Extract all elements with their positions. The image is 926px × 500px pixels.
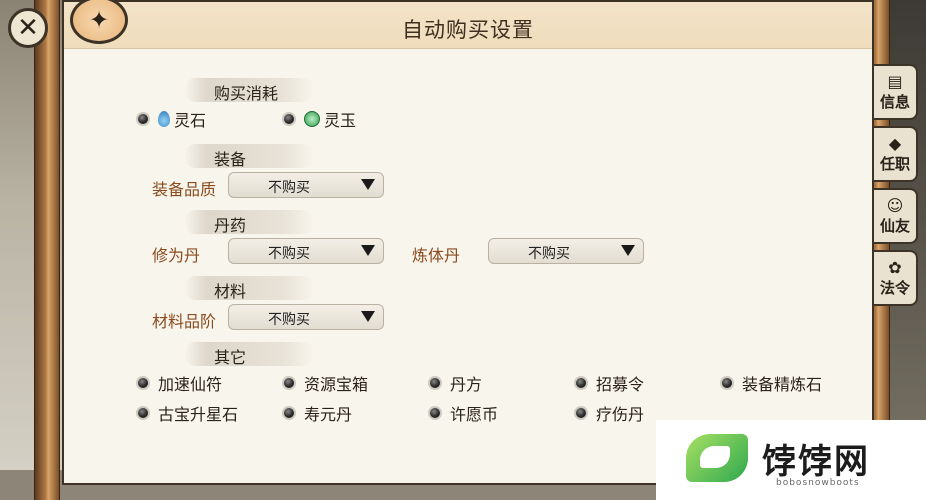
decree-icon: ✿	[888, 258, 902, 277]
auto-buy-settings-panel: 自动购买设置 购买消耗 灵石 灵玉 装备 装备品质 不购买 丹药 修为丹 不购买…	[62, 0, 874, 485]
side-tab-label: 信息	[879, 93, 910, 111]
watermark: 饽饽网 bobosnowboots	[656, 420, 926, 500]
option-label: 加速仙符	[158, 375, 223, 394]
scroll-rod-left	[34, 0, 60, 500]
friend-icon: ☺	[886, 196, 904, 215]
option-label: 寿元丹	[304, 405, 353, 424]
section-title: 其它	[214, 348, 247, 367]
body-refining-pill-label: 炼体丹	[412, 246, 461, 265]
close-button[interactable]: ✕	[8, 8, 48, 48]
option-longevity-pill[interactable]: 寿元丹	[282, 402, 352, 424]
option-speed-talisman[interactable]: 加速仙符	[136, 372, 222, 394]
side-tab-label: 法令	[879, 279, 910, 297]
body-refining-pill-dropdown[interactable]: 不购买	[488, 238, 644, 264]
close-icon: ✕	[17, 13, 39, 43]
option-spirit-stone[interactable]: 灵石	[136, 108, 206, 130]
cultivation-pill-dropdown[interactable]: 不购买	[228, 238, 384, 264]
section-header-materials: 材料	[184, 276, 314, 301]
option-resource-chest[interactable]: 资源宝箱	[282, 372, 368, 394]
option-healing-pill[interactable]: 疗伤丹	[574, 402, 644, 424]
section-title: 装备	[214, 150, 247, 169]
side-tab-label: 仙友	[879, 217, 910, 235]
equipment-quality-label: 装备品质	[152, 180, 217, 199]
watermark-logo-icon	[686, 434, 748, 482]
dropdown-value: 不购买	[268, 246, 310, 262]
option-label: 疗伤丹	[596, 405, 645, 424]
scroll-icon: ▤	[887, 72, 903, 91]
option-label: 招募令	[596, 375, 645, 394]
option-label: 丹方	[450, 375, 483, 394]
side-tab-label: 任职	[879, 155, 910, 173]
panel-title: 自动购买设置	[402, 18, 534, 42]
side-tab-info[interactable]: ▤ 信息	[874, 64, 918, 120]
spirit-stone-icon	[158, 111, 170, 127]
radio-button[interactable]	[428, 406, 442, 420]
radio-button[interactable]	[720, 376, 734, 390]
watermark-url: bobosnowboots	[776, 478, 860, 488]
option-star-up-stone[interactable]: 古宝升星石	[136, 402, 238, 424]
radio-button[interactable]	[282, 112, 296, 126]
option-pill-recipe[interactable]: 丹方	[428, 372, 482, 394]
watermark-name: 饽饽网	[762, 442, 870, 482]
spirit-jade-icon	[304, 111, 320, 127]
option-refining-stone[interactable]: 装备精炼石	[720, 372, 822, 394]
radio-button[interactable]	[136, 406, 150, 420]
option-label: 许愿币	[450, 405, 499, 424]
section-header-equipment: 装备	[184, 144, 314, 169]
dropdown-value: 不购买	[268, 180, 310, 196]
dropdown-arrow-icon	[361, 311, 375, 322]
section-title: 丹药	[214, 216, 247, 235]
dropdown-value: 不购买	[268, 312, 310, 328]
dropdown-arrow-icon	[361, 245, 375, 256]
section-header-pills: 丹药	[184, 210, 314, 235]
badge-icon: ◆	[888, 134, 902, 153]
option-label: 灵石	[174, 111, 207, 130]
material-grade-label: 材料品阶	[152, 312, 217, 331]
option-label: 装备精炼石	[742, 375, 823, 394]
watermark-logo-inner	[700, 446, 730, 468]
option-spirit-jade[interactable]: 灵玉	[282, 108, 356, 130]
radio-button[interactable]	[574, 406, 588, 420]
option-wish-coin[interactable]: 许愿币	[428, 402, 498, 424]
section-title: 购买消耗	[214, 84, 279, 103]
radio-button[interactable]	[136, 112, 150, 126]
option-label: 古宝升星石	[158, 405, 239, 424]
material-grade-dropdown[interactable]: 不购买	[228, 304, 384, 330]
option-label: 资源宝箱	[304, 375, 369, 394]
radio-button[interactable]	[136, 376, 150, 390]
radio-button[interactable]	[282, 376, 296, 390]
option-label: 灵玉	[324, 111, 357, 130]
cultivation-pill-label: 修为丹	[152, 246, 201, 265]
section-header-other: 其它	[184, 342, 314, 367]
radio-button[interactable]	[428, 376, 442, 390]
radio-button[interactable]	[574, 376, 588, 390]
side-tab-friends[interactable]: ☺ 仙友	[874, 188, 918, 244]
radio-button[interactable]	[282, 406, 296, 420]
dropdown-arrow-icon	[621, 245, 635, 256]
dropdown-value: 不购买	[528, 246, 570, 262]
dropdown-arrow-icon	[361, 179, 375, 190]
side-tab-position[interactable]: ◆ 任职	[874, 126, 918, 182]
side-tab-decree[interactable]: ✿ 法令	[874, 250, 918, 306]
panel-header: 自动购买设置	[64, 2, 872, 49]
option-recruit-token[interactable]: 招募令	[574, 372, 644, 394]
equipment-quality-dropdown[interactable]: 不购买	[228, 172, 384, 198]
section-title: 材料	[214, 282, 247, 301]
section-header-currency: 购买消耗	[184, 78, 314, 103]
